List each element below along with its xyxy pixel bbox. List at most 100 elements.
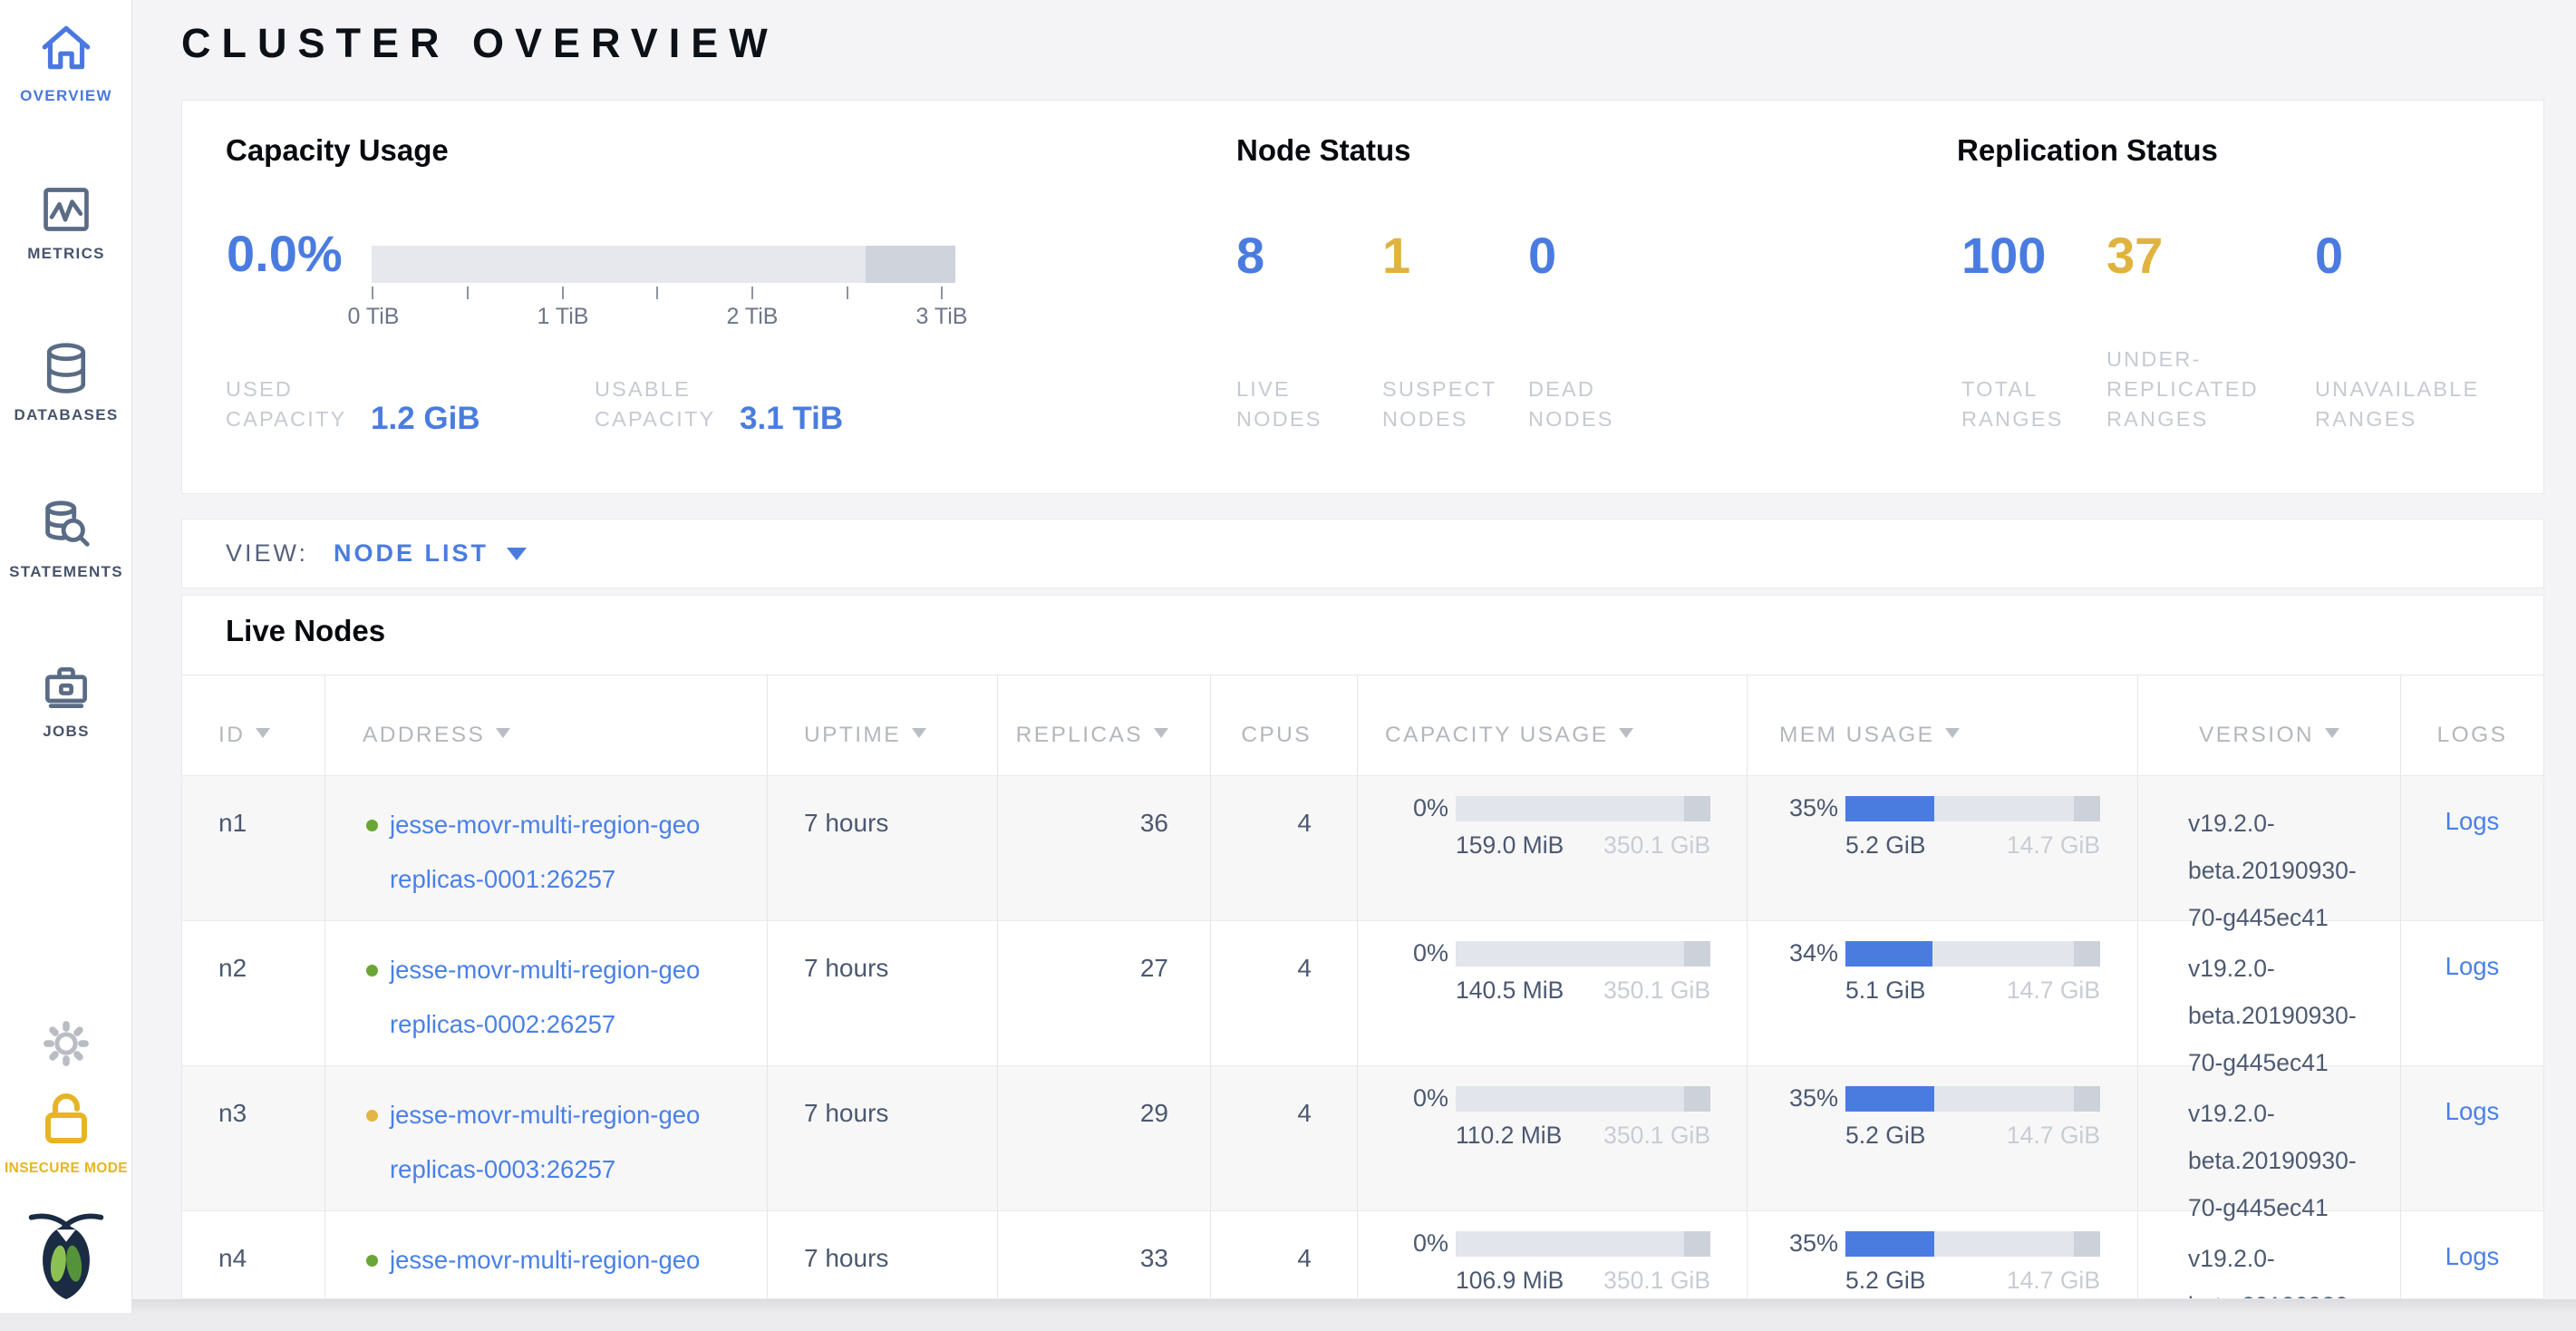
insecure-lock-icon — [0, 1090, 132, 1148]
table-row: n4 jesse-movr-multi-region-geo replicas-… — [182, 1210, 2543, 1299]
node-version-cell: v19.2.0-beta.20190930-70-g445ec41 — [2138, 1066, 2401, 1231]
sidebar-item-databases[interactable]: DATABASES — [0, 341, 132, 424]
sidebar-item-statements[interactable]: STATEMENTS — [0, 498, 132, 581]
suspect-nodes-value: 1 — [1382, 228, 1528, 284]
column-header-version[interactable]: VERSION — [2138, 675, 2401, 775]
node-address-link[interactable]: jesse-movr-multi-region-geo replicas-000… — [390, 1088, 700, 1231]
gauge-tick — [656, 287, 658, 299]
column-header-mem-usage[interactable]: MEM USAGE — [1748, 675, 2138, 775]
sidebar: OVERVIEW METRICS DATABASES — [0, 0, 132, 1313]
node-logs-link[interactable]: Logs — [2445, 1242, 2500, 1270]
gauge-tick-label: 3 TiB — [916, 304, 968, 330]
node-address-cell: jesse-movr-multi-region-geo replicas-000… — [325, 1066, 768, 1231]
node-cpus: 4 — [1211, 776, 1358, 941]
sort-icon — [256, 728, 270, 738]
sort-icon — [1154, 728, 1168, 738]
live-nodes-table: ID ADDRESS UPTIME REPLICAS CPUS CAPACITY… — [182, 675, 2543, 1299]
capacity-bar-reserved — [1684, 941, 1710, 967]
sidebar-item-metrics[interactable]: METRICS — [0, 183, 132, 263]
node-status-title: Node Status — [1236, 133, 1411, 168]
live-nodes-title: Live Nodes — [226, 614, 385, 648]
node-status-dot — [366, 1255, 378, 1267]
sidebar-item-jobs[interactable]: JOBS — [0, 661, 132, 741]
gauge-tick — [847, 287, 848, 299]
table-row: n3 jesse-movr-multi-region-geo replicas-… — [182, 1065, 2543, 1210]
usable-capacity-value: 3.1 TiB — [740, 401, 843, 437]
databases-icon — [39, 341, 93, 356]
column-header-replicas[interactable]: REPLICAS — [998, 675, 1211, 775]
gauge-tick — [467, 287, 469, 299]
statements-icon — [38, 498, 94, 513]
node-logs-cell: Logs — [2401, 1066, 2543, 1231]
node-logs-link[interactable]: Logs — [2445, 952, 2500, 980]
column-header-uptime[interactable]: UPTIME — [768, 675, 998, 775]
replication-status-title: Replication Status — [1957, 133, 2218, 168]
capacity-used-value: 140.5 MiB — [1456, 976, 1564, 1005]
mem-bar — [1845, 796, 2100, 821]
capacity-percent-label: 0% — [1383, 939, 1448, 967]
node-capacity-usage-cell: 0% 106.9 MiB 350.1 GiB — [1358, 1211, 1748, 1299]
node-id: n1 — [182, 776, 325, 941]
capacity-gauge-reserved-segment — [866, 246, 955, 283]
unavailable-ranges-label: UNAVAILABLE RANGES — [2315, 374, 2532, 434]
node-status-dot — [366, 1110, 378, 1122]
table-row: n1 jesse-movr-multi-region-geo replicas-… — [182, 775, 2543, 920]
node-replicas: 29 — [998, 1066, 1211, 1231]
sort-icon — [2325, 728, 2339, 738]
column-header-logs: LOGS — [2401, 675, 2543, 775]
settings-gear-icon[interactable] — [0, 1019, 132, 1068]
node-id: n2 — [182, 921, 325, 1086]
metrics-icon — [39, 183, 93, 199]
suspect-nodes-label: SUSPECT NODES — [1382, 374, 1528, 434]
gauge-tick-label: 1 TiB — [537, 304, 589, 330]
sidebar-item-label: JOBS — [0, 723, 132, 741]
column-header-cpus[interactable]: CPUS — [1211, 675, 1358, 775]
total-ranges-label: TOTAL RANGES — [1961, 374, 2097, 434]
capacity-total-value: 350.1 GiB — [1603, 831, 1710, 860]
home-icon — [36, 18, 96, 34]
node-version: v19.2.0-beta.20190930-70-g445ec41 — [2188, 800, 2380, 941]
node-version: v19.2.0-beta.20190930-70-g445ec41 — [2188, 1090, 2380, 1231]
view-dropdown[interactable]: NODE LIST — [334, 539, 527, 568]
mem-total-value: 14.7 GiB — [2007, 1122, 2100, 1150]
node-address-link[interactable]: jesse-movr-multi-region-geo replicas-000… — [390, 943, 700, 1086]
view-label: VIEW: — [226, 539, 308, 568]
capacity-bar — [1456, 1231, 1710, 1257]
capacity-usage-title: Capacity Usage — [226, 133, 449, 168]
table-row: n2 jesse-movr-multi-region-geo replicas-… — [182, 920, 2543, 1065]
node-version: v19.2.0-beta.20190930-70-g445ec41 — [2188, 1235, 2380, 1299]
node-capacity-usage-cell: 0% 159.0 MiB 350.1 GiB — [1358, 776, 1748, 941]
column-header-address[interactable]: ADDRESS — [325, 675, 768, 775]
gauge-tick — [372, 287, 373, 299]
node-mem-usage-cell: 35% 5.2 GiB 14.7 GiB — [1748, 1066, 2138, 1231]
used-capacity-value: 1.2 GiB — [371, 401, 480, 437]
node-status-stats: 8 LIVE NODES 1 SUSPECT NODES 0 DEAD NODE… — [1236, 228, 1674, 434]
node-mem-usage-cell: 34% 5.1 GiB 14.7 GiB — [1748, 921, 2138, 1086]
node-address-link[interactable]: jesse-movr-multi-region-geo replicas-000… — [390, 798, 700, 941]
sidebar-item-overview[interactable]: OVERVIEW — [0, 18, 132, 105]
mem-bar-fill — [1845, 1231, 1934, 1257]
node-logs-link[interactable]: Logs — [2445, 1097, 2500, 1125]
view-selector-bar: VIEW: NODE LIST — [181, 519, 2544, 588]
capacity-used-value: 110.2 MiB — [1456, 1122, 1562, 1150]
node-replicas: 36 — [998, 776, 1211, 941]
sidebar-item-label: METRICS — [0, 245, 132, 263]
usable-capacity-label: USABLE CAPACITY — [595, 374, 721, 434]
node-version: v19.2.0-beta.20190930-70-g445ec41 — [2188, 945, 2380, 1086]
node-uptime: 7 hours — [768, 1066, 998, 1231]
gauge-tick-label: 2 TiB — [727, 304, 779, 330]
unavailable-ranges-value: 0 — [2315, 228, 2534, 284]
node-logs-link[interactable]: Logs — [2445, 807, 2500, 835]
sort-icon — [912, 728, 926, 738]
column-header-capacity-usage[interactable]: CAPACITY USAGE — [1358, 675, 1748, 775]
gauge-tick-label: 0 TiB — [348, 304, 400, 330]
node-id: n3 — [182, 1066, 325, 1231]
mem-bar — [1845, 941, 2100, 967]
under-replicated-ranges-stat: 37 UNDER-REPLICATED RANGES — [2106, 228, 2315, 434]
node-address-cell: jesse-movr-multi-region-geo replicas-000… — [325, 776, 768, 941]
node-address-link[interactable]: jesse-movr-multi-region-geo replicas-000… — [390, 1233, 700, 1299]
mem-bar-reserved — [2074, 1086, 2100, 1112]
column-header-id[interactable]: ID — [182, 675, 325, 775]
capacity-total-value: 350.1 GiB — [1603, 976, 1710, 1005]
dead-nodes-stat: 0 DEAD NODES — [1528, 228, 1674, 434]
